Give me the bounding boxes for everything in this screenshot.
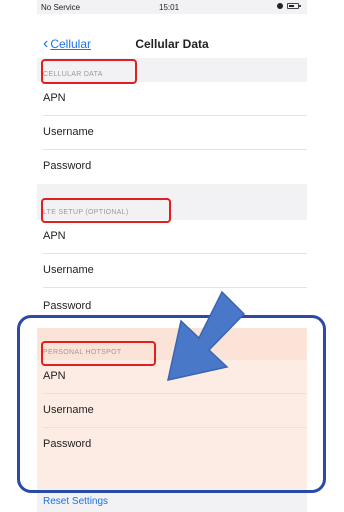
navigation-bar: ‹ Cellular Cellular Data	[37, 14, 307, 58]
carrier-label: No Service	[41, 3, 81, 12]
reset-settings-link[interactable]: Reset Settings	[43, 496, 108, 507]
row-lte-username[interactable]: Username	[37, 254, 307, 288]
status-bar: No Service 15:01	[37, 0, 307, 14]
row-cellular-apn[interactable]: APN	[37, 82, 307, 116]
row-label: Password	[43, 300, 92, 312]
row-cellular-password[interactable]: Password	[37, 150, 307, 184]
row-label: Username	[43, 264, 94, 276]
row-label: Password	[43, 160, 92, 172]
do-not-disturb-icon	[277, 3, 283, 9]
highlight-box-lte-setup	[41, 198, 171, 223]
row-lte-apn[interactable]: APN	[37, 220, 307, 254]
row-label: APN	[43, 92, 66, 104]
row-label: APN	[43, 230, 66, 242]
page-title: Cellular Data	[135, 37, 209, 51]
clock: 15:01	[159, 3, 180, 12]
highlight-box-cellular-data	[41, 59, 137, 84]
battery-icon	[287, 3, 301, 9]
row-cellular-username[interactable]: Username	[37, 116, 307, 150]
status-icons	[277, 3, 301, 9]
callout-frame	[17, 315, 326, 493]
row-label: Username	[43, 126, 94, 138]
